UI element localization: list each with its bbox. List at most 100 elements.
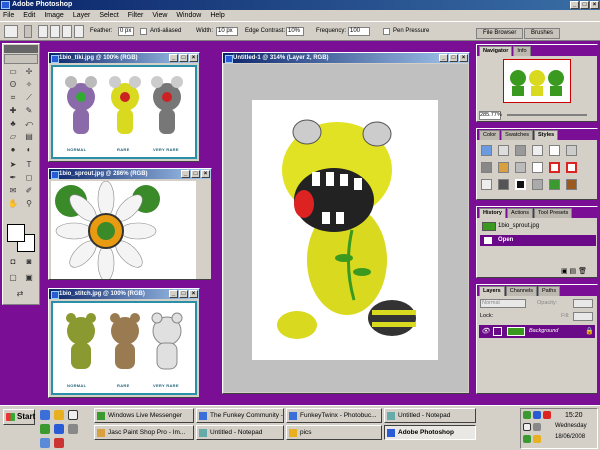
maximize-button[interactable]: □ bbox=[449, 54, 458, 62]
healing-brush-icon[interactable]: ✚ bbox=[6, 105, 20, 117]
style-swatch[interactable] bbox=[481, 145, 492, 156]
style-swatch[interactable] bbox=[515, 145, 526, 156]
maximize-button[interactable]: □ bbox=[580, 1, 589, 9]
type-tool-icon[interactable]: T bbox=[22, 159, 36, 171]
minimize-button[interactable]: _ bbox=[439, 54, 448, 62]
menu-help[interactable]: Help bbox=[210, 10, 224, 21]
eraser-tool-icon[interactable]: ▱ bbox=[6, 131, 20, 143]
tray-icon[interactable] bbox=[533, 435, 541, 443]
tab-tool-presets[interactable]: Tool Presets bbox=[534, 208, 573, 218]
eyedropper-tool-icon[interactable]: ✐ bbox=[22, 185, 36, 197]
path-selection-icon[interactable]: ➤ bbox=[6, 159, 20, 171]
style-swatch[interactable] bbox=[481, 179, 492, 190]
blend-mode-select[interactable]: Normal bbox=[480, 299, 526, 308]
style-swatch[interactable] bbox=[566, 179, 577, 190]
pen-tool-icon[interactable]: ✒ bbox=[6, 172, 20, 184]
dodge-tool-icon[interactable]: ◐ bbox=[22, 144, 36, 156]
taskbar-button-pics[interactable]: pics bbox=[286, 425, 382, 440]
menu-edit[interactable]: Edit bbox=[23, 10, 35, 21]
canvas[interactable] bbox=[252, 100, 438, 360]
menu-window[interactable]: Window bbox=[176, 10, 201, 21]
slice-tool-icon[interactable]: ⟋ bbox=[22, 92, 36, 104]
style-swatch[interactable] bbox=[515, 179, 526, 190]
eye-icon[interactable]: 👁 bbox=[481, 327, 490, 336]
shape-tool-icon[interactable]: ◻ bbox=[22, 172, 36, 184]
minimize-button[interactable]: _ bbox=[169, 290, 178, 298]
ie-icon[interactable] bbox=[40, 410, 50, 420]
brush-tool-icon[interactable]: ✎ bbox=[22, 105, 36, 117]
blur-tool-icon[interactable]: ● bbox=[6, 144, 20, 156]
quickmask-mode-icon[interactable]: ◙ bbox=[22, 256, 36, 268]
taskbar-button-photoshop[interactable]: Adobe Photoshop bbox=[384, 425, 476, 440]
frequency-input[interactable]: 100 bbox=[348, 27, 370, 36]
taskbar-button-paint-shop-pro[interactable]: Jasc Paint Shop Pro - Im... bbox=[94, 425, 194, 440]
brushes-tab[interactable]: Brushes bbox=[524, 28, 561, 39]
add-selection-icon[interactable] bbox=[50, 25, 60, 38]
tray-icon[interactable] bbox=[523, 411, 531, 419]
menu-layer[interactable]: Layer bbox=[73, 10, 91, 21]
taskbar-button-funkey-community[interactable]: The Funkey Community - ... bbox=[196, 408, 284, 423]
style-swatch[interactable] bbox=[498, 145, 509, 156]
fill-input[interactable] bbox=[573, 312, 593, 321]
taskbar-button-notepad-2[interactable]: Untitled - Notepad bbox=[196, 425, 284, 440]
clone-stamp-icon[interactable]: ♣ bbox=[6, 118, 20, 130]
menu-select[interactable]: Select bbox=[99, 10, 118, 21]
style-swatch[interactable] bbox=[549, 145, 560, 156]
taskbar-button-photobucket[interactable]: FunkeyTwinx - Photobuc... bbox=[286, 408, 382, 423]
taskbar-button-messenger[interactable]: Windows Live Messenger bbox=[94, 408, 194, 423]
style-swatch[interactable] bbox=[515, 162, 526, 173]
zoom-tool-icon[interactable]: ⚲ bbox=[22, 198, 36, 210]
file-browser-tab[interactable]: File Browser bbox=[476, 28, 524, 39]
close-button[interactable]: × bbox=[189, 290, 198, 298]
style-swatch[interactable] bbox=[549, 179, 560, 190]
brush-link-icon[interactable] bbox=[493, 327, 502, 336]
adobe-online-icon[interactable] bbox=[4, 54, 38, 64]
close-button[interactable]: × bbox=[201, 170, 210, 178]
tab-navigator[interactable]: Navigator bbox=[479, 46, 513, 56]
quick-launch-icon[interactable] bbox=[40, 438, 50, 448]
layer-row-background[interactable]: 👁 Background 🔒 bbox=[479, 325, 595, 338]
style-swatch[interactable] bbox=[566, 162, 577, 173]
tab-paths[interactable]: Paths bbox=[538, 286, 561, 296]
new-selection-icon[interactable] bbox=[38, 25, 48, 38]
desktop-icon[interactable] bbox=[68, 424, 78, 434]
folder-icon[interactable] bbox=[54, 410, 64, 420]
doc-window-untitled-1[interactable]: Untitled-1 @ 314% (Layer 2, RGB) _ □ × bbox=[222, 52, 470, 394]
close-button[interactable]: × bbox=[189, 54, 198, 62]
magic-wand-tool-icon[interactable]: ✧ bbox=[22, 79, 36, 91]
screen-mode-full-icon[interactable]: ▣ bbox=[22, 272, 36, 284]
doc-window-bio-stitch[interactable]: 1bio_stitch.jpg @ 100% (RGB) _ □ × NORMAL … bbox=[48, 288, 200, 398]
menu-image[interactable]: Image bbox=[44, 10, 63, 21]
minimize-button[interactable]: _ bbox=[169, 54, 178, 62]
quick-launch-icon[interactable] bbox=[54, 438, 64, 448]
style-swatch[interactable] bbox=[498, 162, 509, 173]
close-button[interactable]: × bbox=[459, 54, 468, 62]
jump-to-imageready-icon[interactable]: ⇄ bbox=[13, 288, 27, 300]
volume-icon[interactable] bbox=[533, 423, 541, 431]
tab-channels[interactable]: Channels bbox=[505, 286, 537, 296]
intersect-selection-icon[interactable] bbox=[74, 25, 84, 38]
messenger-tray-icon[interactable] bbox=[523, 435, 531, 443]
panda-tray-icon[interactable] bbox=[523, 423, 531, 431]
move-tool-icon[interactable]: ✢ bbox=[22, 66, 36, 78]
style-swatch[interactable] bbox=[549, 162, 560, 173]
tab-styles[interactable]: Styles bbox=[534, 130, 559, 140]
menu-file[interactable]: File bbox=[3, 10, 14, 21]
lasso-tool-icon[interactable]: ʘ bbox=[6, 79, 20, 91]
tab-layers[interactable]: Layers bbox=[479, 286, 505, 296]
crop-tool-icon[interactable]: ⌗ bbox=[6, 92, 20, 104]
doc-titlebar[interactable]: 1bio_sprout.jpg @ 286% (RGB) _ □ × bbox=[49, 169, 211, 179]
opacity-input[interactable] bbox=[573, 299, 593, 308]
doc-window-bio-sprout[interactable]: 1bio_sprout.jpg @ 286% (RGB) _ □ × bbox=[48, 168, 212, 280]
close-button[interactable]: × bbox=[590, 1, 599, 9]
minimize-button[interactable]: _ bbox=[181, 170, 190, 178]
tool-preset-dropdown-icon[interactable] bbox=[24, 25, 32, 38]
doc-titlebar[interactable]: 1bio_stitch.jpg @ 100% (RGB) _ □ × bbox=[49, 289, 199, 299]
foreground-color-swatch[interactable] bbox=[7, 224, 25, 242]
style-swatch[interactable] bbox=[532, 162, 543, 173]
anti-aliased-checkbox[interactable] bbox=[140, 28, 147, 35]
tab-history[interactable]: History bbox=[479, 208, 506, 218]
messenger-icon[interactable] bbox=[40, 424, 50, 434]
menu-filter[interactable]: Filter bbox=[128, 10, 144, 21]
doc-titlebar[interactable]: Untitled-1 @ 314% (Layer 2, RGB) _ □ × bbox=[223, 53, 469, 63]
